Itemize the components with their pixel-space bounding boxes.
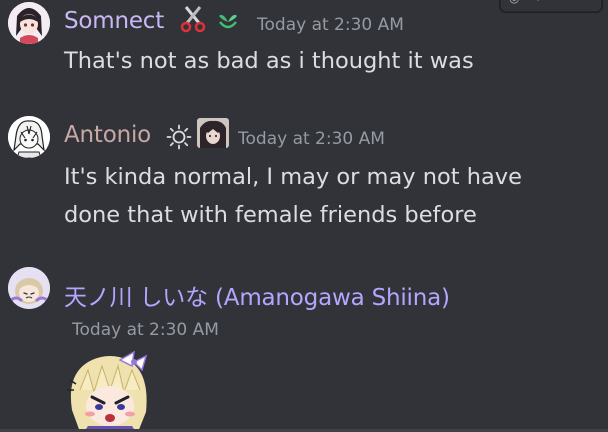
timestamp[interactable]: Today at 2:30 AM bbox=[238, 129, 385, 149]
message-content: That's not as bad as i thought it was bbox=[64, 48, 474, 74]
avatar[interactable] bbox=[8, 267, 50, 309]
sun-icon bbox=[166, 124, 192, 154]
message-content: It's kinda normal, I may or may not have… bbox=[64, 164, 522, 228]
sprout-icon bbox=[216, 10, 240, 36]
author-name[interactable]: Antonio bbox=[64, 122, 151, 148]
more-icon[interactable]: ⋯ bbox=[561, 0, 575, 4]
timestamp[interactable]: Today at 2:30 AM bbox=[72, 320, 219, 340]
author-name[interactable]: Somnect bbox=[64, 8, 164, 34]
role-image-icon bbox=[197, 118, 229, 152]
reply-icon[interactable]: ↩ bbox=[535, 0, 549, 4]
avatar[interactable] bbox=[8, 116, 50, 158]
chat-message-list: ◎ ↩ ⋯ Somnect bbox=[0, 0, 608, 432]
scissors-icon bbox=[180, 5, 206, 37]
timestamp[interactable]: Today at 2:30 AM bbox=[257, 15, 404, 35]
avatar[interactable] bbox=[8, 2, 50, 44]
add-reaction-icon[interactable]: ◎ bbox=[509, 0, 523, 4]
author-name[interactable]: 天ノ川 しいな (Amanogawa Shiina) bbox=[64, 278, 450, 312]
message-hover-toolbar: ◎ ↩ ⋯ bbox=[500, 0, 602, 12]
chibi-sticker[interactable] bbox=[62, 350, 158, 432]
